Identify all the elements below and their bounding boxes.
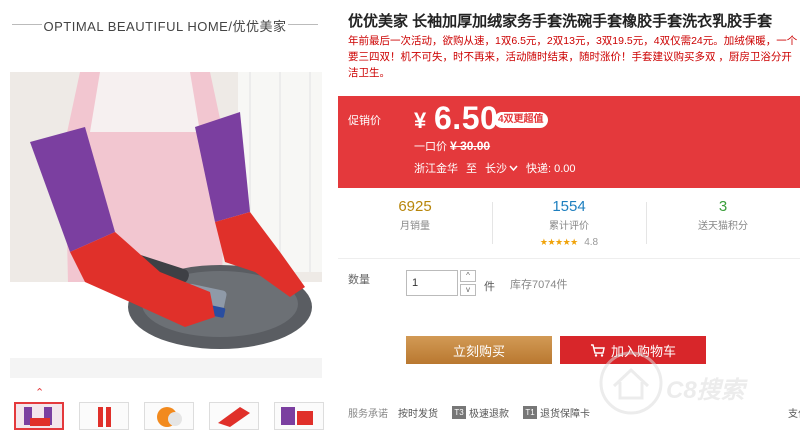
rating-value: 4.8 <box>584 237 599 248</box>
thumbnail-4[interactable] <box>209 402 259 430</box>
thumb-image-1 <box>16 404 62 428</box>
thumb-image-4 <box>218 407 250 427</box>
promise-text: 按时发货 <box>398 409 438 420</box>
stock-count: 库存7074件 <box>510 279 568 291</box>
price-box: 促销价 ¥ 6.50 4双更超值 一口价 ¥ 30.00 浙江金华 至 长沙 快… <box>338 96 800 188</box>
promise-label: 服务承诺 <box>348 409 388 420</box>
stat-number: 1554 <box>552 198 586 215</box>
price-label: 促销价 <box>348 115 381 127</box>
thumb-image-2 <box>98 407 111 427</box>
buy-now-button[interactable]: 立刻购买 <box>406 336 552 364</box>
stat-number: 6925 <box>398 198 432 215</box>
quantity-increase-button[interactable]: ^ <box>460 270 476 282</box>
stat-points: 3 送天猫积分 <box>646 196 800 252</box>
product-title: 优优美家 长袖加厚加绒家务手套洗碗手套橡胶手套洗衣乳胶手套 <box>348 13 773 30</box>
thumbnail-3[interactable] <box>144 402 194 430</box>
shop-title: OPTIMAL BEAUTIFUL HOME/优优美家 <box>0 16 330 35</box>
ship-from: 浙江金华 <box>414 163 458 175</box>
stat-number: 3 <box>718 198 728 215</box>
thumb-image-3 <box>157 407 182 427</box>
quantity-label: 数量 <box>348 274 370 286</box>
divider <box>338 258 800 259</box>
stat-reviews[interactable]: 1554 累计评价 ★★★★★ 4.8 <box>492 196 646 252</box>
gloves-photo <box>10 72 322 378</box>
price-value: 6.50 <box>434 100 499 136</box>
main-product-photo[interactable] <box>10 72 322 378</box>
promise-fast-refund[interactable]: T3 极速退款 <box>452 405 509 420</box>
t3-icon: T3 <box>452 406 466 419</box>
watermark-text: C8搜索 <box>666 377 745 404</box>
quantity-input[interactable] <box>406 270 458 296</box>
thumbnail-strip <box>14 402 324 430</box>
quantity-unit: 件 <box>484 281 495 293</box>
thumbnail-5[interactable] <box>274 402 324 430</box>
express-fee: 快递: 0.00 <box>526 163 576 175</box>
stat-label: 月销量 <box>400 221 430 232</box>
gallery-panel: OPTIMAL BEAUTIFUL HOME/优优美家 ⌃ <box>0 0 330 430</box>
original-price: ¥ 30.00 <box>450 139 491 153</box>
shipping-row: 浙江金华 至 长沙 快递: 0.00 <box>414 160 576 176</box>
star-rating-icon: ★★★★★ <box>539 237 578 247</box>
chevron-down-icon <box>509 165 518 171</box>
thumbnail-2[interactable] <box>79 402 129 430</box>
promise-text: 退货保障卡 <box>540 409 590 420</box>
original-price-label: 一口价 <box>414 141 447 153</box>
t1-icon: T1 <box>523 406 537 419</box>
promise-text: 极速退款 <box>469 409 509 420</box>
rating-row: ★★★★★ 4.8 <box>492 232 646 250</box>
promise-on-time[interactable]: 按时发货 <box>398 405 438 420</box>
buy-now-label: 立刻购买 <box>452 343 505 359</box>
original-price-row: 一口价 ¥ 30.00 <box>414 138 490 154</box>
ship-destination: 长沙 <box>485 163 507 175</box>
stat-label: 送天猫积分 <box>698 221 748 232</box>
quantity-decrease-button[interactable]: v <box>460 284 476 296</box>
stats-row: 6925 月销量 1554 累计评价 ★★★★★ 4.8 3 送天猫积分 <box>338 196 800 252</box>
thumb-image-5 <box>281 407 313 425</box>
house-logo-icon <box>599 351 663 415</box>
thumbnail-1[interactable] <box>14 402 64 430</box>
watermark: C8搜索 <box>596 348 796 418</box>
product-description: 年前最后一次活动，欲购从速，1双6.5元，2双13元，3双19.5元，4双仅需2… <box>348 35 798 79</box>
currency-symbol: ¥ <box>414 108 427 133</box>
ship-to-label: 至 <box>466 163 477 175</box>
ship-destination-select[interactable]: 长沙 <box>485 160 518 176</box>
stat-label: 累计评价 <box>549 221 589 232</box>
price-badge: 4双更超值 <box>494 112 548 128</box>
promise-return-card[interactable]: T1 退货保障卡 <box>523 405 590 420</box>
chevron-up-icon[interactable]: ⌃ <box>35 386 44 399</box>
stat-monthly-sales: 6925 月销量 <box>338 196 492 252</box>
